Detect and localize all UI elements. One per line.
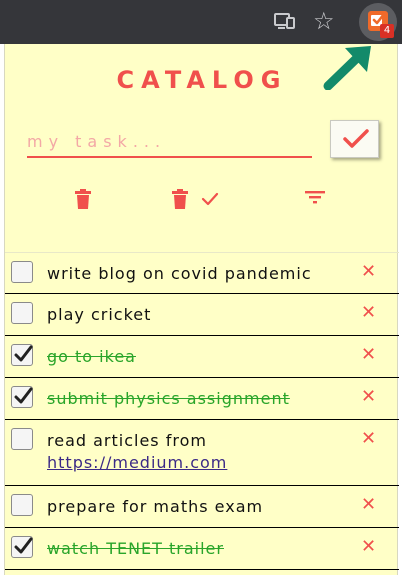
- task-text: watch TENET trailer: [47, 539, 224, 558]
- add-task-button[interactable]: [330, 120, 379, 158]
- task-row: write blog on covid pandemic ✕: [5, 252, 399, 294]
- task-row: read articles from https://medium.com ✕: [5, 420, 399, 486]
- bookmark-star-icon[interactable]: ☆: [313, 8, 335, 34]
- extension-badge: 4: [380, 24, 394, 38]
- task-text: read articles from https://medium.com: [47, 431, 228, 472]
- task-checkbox[interactable]: [11, 302, 33, 324]
- delete-all-button[interactable]: [74, 189, 92, 213]
- delete-task-button[interactable]: ✕: [361, 304, 376, 322]
- cast-icon[interactable]: [274, 12, 296, 30]
- task-row: watch TENET trailer ✕: [5, 528, 399, 570]
- extension-popup: CATALOG write blog on covid pandemic✕pla…: [4, 44, 399, 575]
- task-row: prepare for maths exam ✕: [5, 486, 399, 528]
- delete-task-button[interactable]: ✕: [361, 346, 376, 364]
- task-link[interactable]: https://medium.com: [47, 453, 227, 472]
- app-title: CATALOG: [116, 66, 288, 94]
- filter-button[interactable]: [305, 189, 325, 209]
- trash-icon: [75, 189, 91, 209]
- task-text: write blog on covid pandemic: [47, 264, 312, 283]
- check-icon: [343, 129, 369, 148]
- task-checkbox[interactable]: [11, 428, 33, 450]
- task-checkbox[interactable]: [11, 344, 33, 366]
- trash-check-icon: [172, 189, 219, 209]
- delete-task-button[interactable]: ✕: [361, 263, 376, 281]
- delete-task-button[interactable]: ✕: [361, 538, 376, 556]
- delete-task-button[interactable]: ✕: [361, 430, 376, 448]
- task-checkbox[interactable]: [11, 494, 33, 516]
- delete-task-button[interactable]: ✕: [361, 388, 376, 406]
- extension-button[interactable]: 4: [359, 3, 397, 41]
- task-text: prepare for maths exam: [47, 497, 264, 516]
- task-row: play cricket ✕: [5, 294, 399, 336]
- task-checkbox[interactable]: [11, 261, 33, 283]
- task-text: submit physics assignment: [47, 389, 290, 408]
- task-checkbox[interactable]: [11, 536, 33, 558]
- task-list: write blog on covid pandemic ✕ play cricke…: [5, 252, 399, 570]
- task-text: go to ikea: [47, 347, 136, 366]
- delete-task-button[interactable]: ✕: [361, 496, 376, 514]
- browser-toolbar: ☆ 4: [0, 0, 402, 44]
- task-text: play cricket: [47, 305, 152, 324]
- task-row: go to ikea ✕: [5, 336, 399, 378]
- task-row: submit physics assignment ✕: [5, 378, 399, 420]
- task-checkbox[interactable]: [11, 386, 33, 408]
- filter-icon: [305, 191, 325, 204]
- task-input[interactable]: [27, 126, 312, 158]
- delete-completed-button[interactable]: [171, 189, 223, 213]
